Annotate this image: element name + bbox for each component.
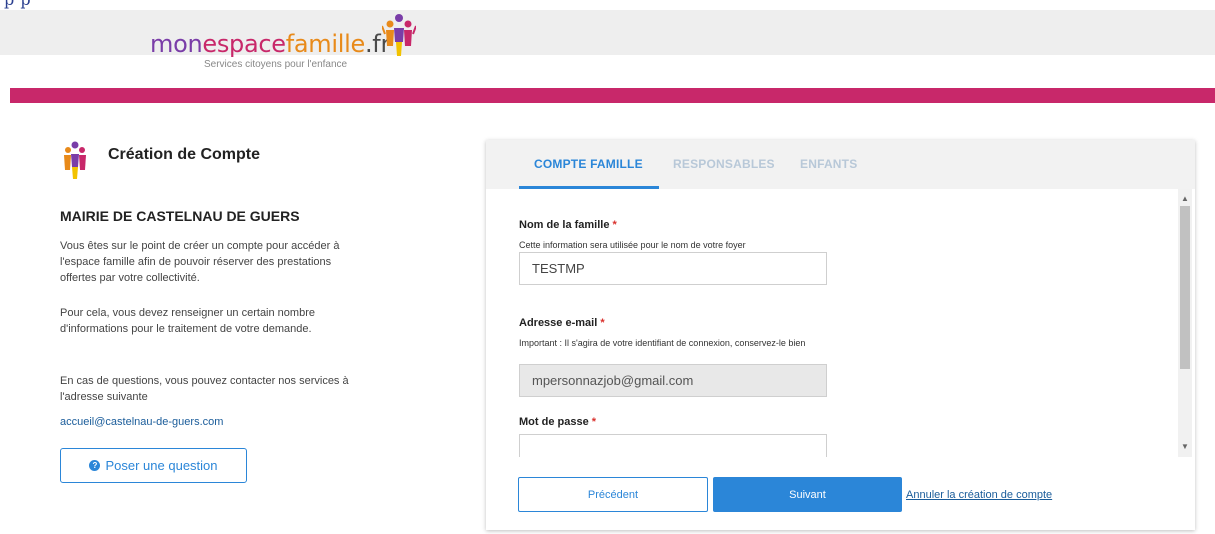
ask-question-button[interactable]: ? Poser une question (60, 448, 247, 483)
tab-enfants[interactable]: ENFANTS (800, 157, 857, 171)
organization-name: MAIRIE DE CASTELNAU DE GUERS (60, 208, 300, 224)
intro-paragraph: Vous êtes sur le point de créer un compt… (60, 240, 340, 284)
top-edge-text: p p (4, 0, 31, 9)
contact-paragraph: En cas de questions, vous pouvez contact… (60, 375, 349, 403)
page-title: Création de Compte (108, 146, 261, 163)
site-logo[interactable]: monespacefamille.fr Services citoyens po… (150, 14, 416, 70)
family-figures-icon (382, 14, 416, 56)
password-label: Mot de passe * (519, 416, 597, 428)
logo-wordmark: monespacefamille.fr (150, 30, 391, 58)
family-name-input[interactable]: TESTMP (519, 252, 827, 285)
password-field[interactable] (519, 434, 827, 457)
tab-responsables[interactable]: RESPONSABLES (673, 157, 775, 171)
scrollbar-thumb[interactable] (1180, 206, 1190, 369)
account-form-card: COMPTE FAMILLE RESPONSABLES ENFANTS Nom … (486, 140, 1195, 530)
email-label: Adresse e-mail * (519, 317, 605, 329)
previous-button[interactable]: Précédent (518, 477, 708, 512)
contact-email-link[interactable]: accueil@castelnau-de-guers.com (60, 416, 223, 428)
logo-tagline: Services citoyens pour l'enfance (204, 59, 348, 70)
instructions-paragraph: Pour cela, vous devez renseigner un cert… (60, 307, 315, 335)
email-help: Important : Il s'agira de votre identifi… (519, 338, 806, 348)
family-name-help: Cette information sera utilisée pour le … (519, 240, 746, 250)
left-title-row: Création de Compte (60, 140, 360, 182)
tab-compte-famille[interactable]: COMPTE FAMILLE (534, 157, 643, 171)
ask-question-label: Poser une question (105, 458, 218, 473)
scroll-up-arrow-icon[interactable]: ▲ (1178, 191, 1192, 205)
tab-bar: COMPTE FAMILLE RESPONSABLES ENFANTS (486, 140, 1195, 189)
header-spacer (0, 55, 1215, 88)
top-edge-fragment: p p (0, 0, 1215, 10)
next-button[interactable]: Suivant (713, 477, 902, 512)
form-scroll-area: Nom de la famille * Cette information se… (486, 189, 1195, 457)
brand-accent-bar (10, 88, 1215, 103)
left-panel: Création de Compte (60, 140, 360, 182)
family-name-label: Nom de la famille * (519, 219, 617, 231)
email-field[interactable]: mpersonnazjob@gmail.com (519, 364, 827, 397)
form-scrollbar[interactable]: ▲ ▼ (1178, 189, 1192, 457)
question-circle-icon: ? (89, 460, 101, 471)
scroll-down-arrow-icon[interactable]: ▼ (1178, 439, 1192, 453)
cancel-account-creation-link[interactable]: Annuler la création de compte (906, 489, 1052, 501)
family-figures-icon (64, 141, 86, 179)
